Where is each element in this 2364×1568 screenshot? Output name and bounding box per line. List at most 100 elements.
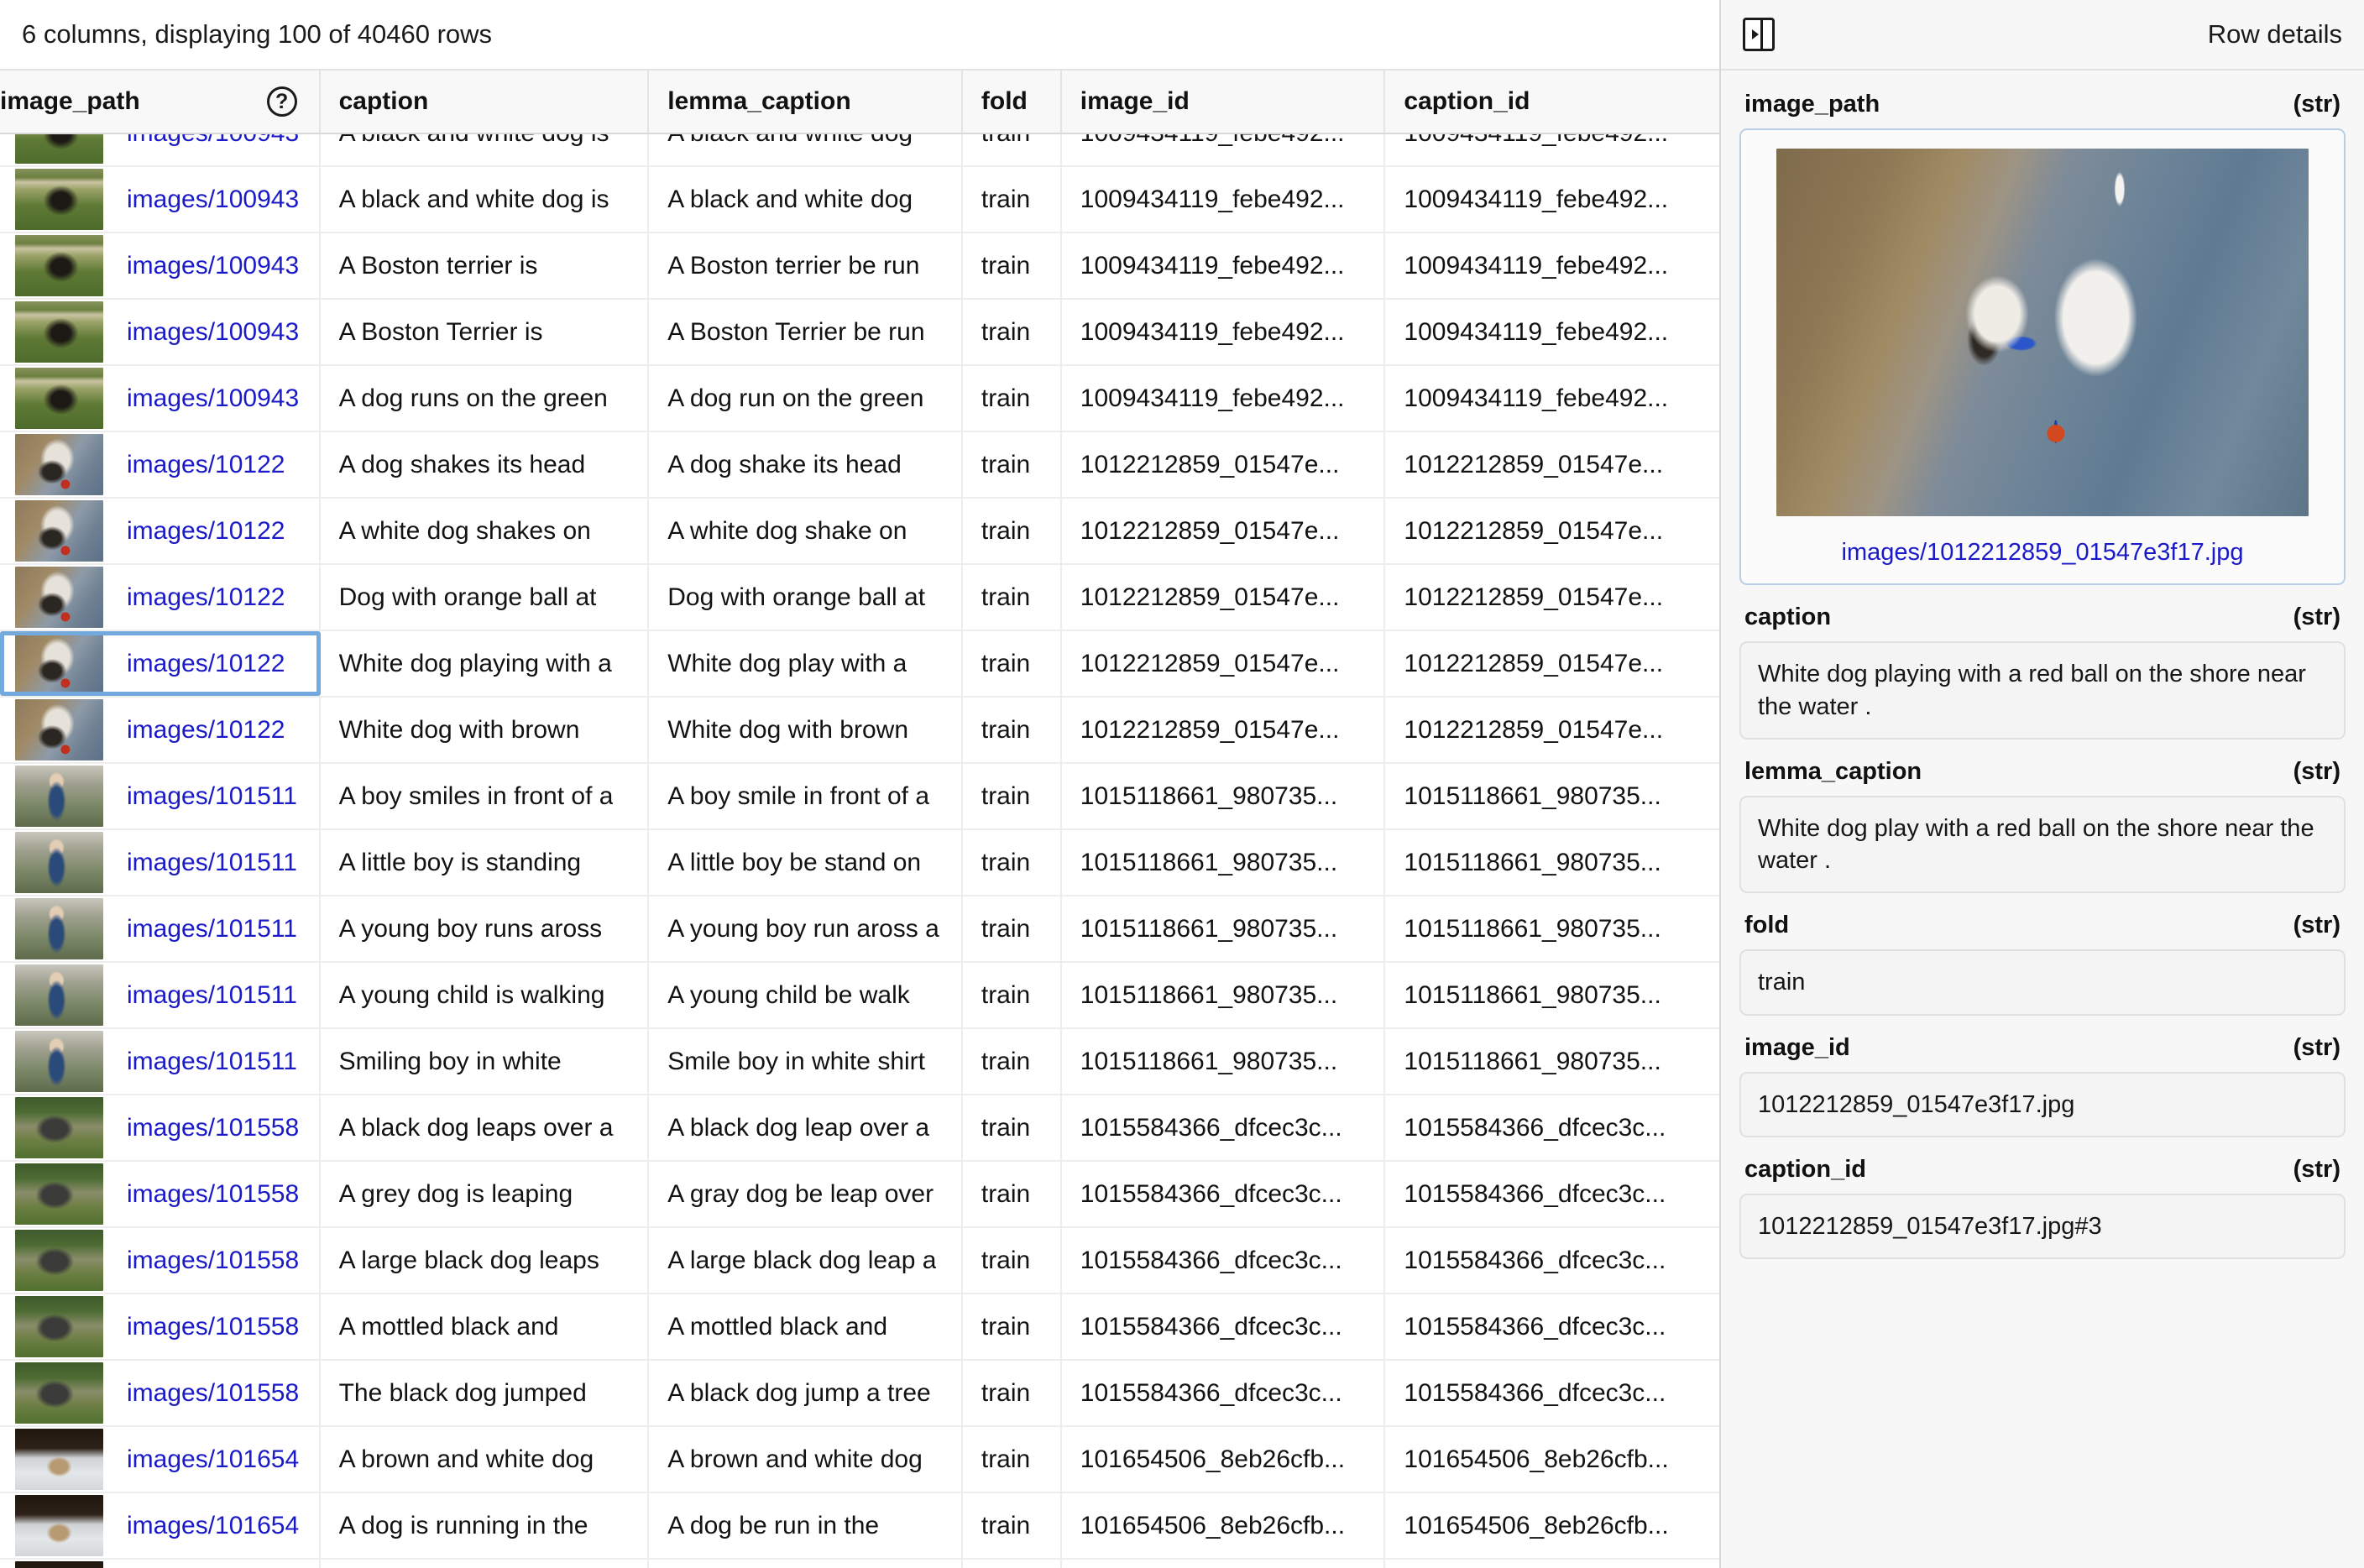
cell-caption[interactable]: A young boy runs aross	[320, 896, 650, 961]
cell-fold[interactable]: train	[962, 1029, 1062, 1094]
cell-image-path[interactable]: images/10122	[0, 631, 321, 696]
image-path-link[interactable]: images/100943	[127, 252, 299, 280]
cell-lemma-caption[interactable]: A young child be walk	[649, 963, 963, 1027]
cell-image-path[interactable]: images/101511	[0, 896, 321, 961]
table-row[interactable]: images/100943 A Boston Terrier is A Boston…	[0, 300, 1719, 366]
table-row[interactable]: images/101511 A boy smiles in front of a A…	[0, 764, 1719, 830]
cell-image-id[interactable]: 1015584366_dfcec3c...	[1061, 1228, 1386, 1293]
cell-caption-id[interactable]	[1385, 1560, 1719, 1568]
cell-image-id[interactable]: 1015118661_980735...	[1061, 1029, 1386, 1094]
cell-caption[interactable]: A white dog shakes on	[320, 499, 650, 563]
cell-lemma-caption[interactable]: A brown and white dog	[649, 1427, 963, 1492]
cell-lemma-caption[interactable]: A gray dog be leap over	[649, 1162, 963, 1226]
cell-caption[interactable]: A grey dog is leaping	[320, 1162, 650, 1226]
cell-lemma-caption[interactable]: A black dog jump a tree	[649, 1361, 963, 1425]
cell-lemma-caption[interactable]: A dog run on the green	[649, 366, 963, 431]
cell-image-path[interactable]: images/101511	[0, 963, 321, 1027]
cell-caption[interactable]: A dog is running in the	[320, 1493, 650, 1558]
cell-image-path[interactable]: images/101558	[0, 1228, 321, 1293]
cell-lemma-caption[interactable]: A little boy be stand on	[649, 830, 963, 895]
image-path-link[interactable]: images/101511	[127, 1048, 297, 1076]
cell-caption[interactable]: A Boston terrier is	[320, 233, 650, 298]
cell-fold[interactable]: train	[962, 631, 1062, 696]
cell-caption-id[interactable]: 1012212859_01547e...	[1385, 698, 1719, 762]
cell-image-id[interactable]: 1015584366_dfcec3c...	[1061, 1294, 1386, 1359]
cell-fold[interactable]: train	[962, 963, 1062, 1027]
cell-fold[interactable]: train	[962, 432, 1062, 497]
cell-fold[interactable]: train	[962, 896, 1062, 961]
cell-caption-id[interactable]: 1015118661_980735...	[1385, 1029, 1719, 1094]
cell-fold[interactable]: train	[962, 134, 1062, 165]
cell-fold[interactable]: train	[962, 698, 1062, 762]
cell-lemma-caption[interactable]: A dog shake its head	[649, 432, 963, 497]
help-icon[interactable]: ?	[266, 86, 297, 117]
table-row[interactable]: images/10122 White dog with brown White do…	[0, 698, 1719, 764]
table-row[interactable]: images/100943 A black and white dog is A b…	[0, 167, 1719, 233]
table-row[interactable]: images/101654 A dog is running in the A do…	[0, 1493, 1719, 1560]
cell-fold[interactable]: train	[962, 300, 1062, 364]
cell-image-id[interactable]: 101654506_8eb26cfb...	[1061, 1493, 1386, 1558]
column-header-image_id[interactable]: image_id	[1061, 71, 1386, 133]
cell-caption[interactable]: A little boy is standing	[320, 830, 650, 895]
table-row[interactable]: images/100943 A Boston terrier is A Boston…	[0, 233, 1719, 300]
cell-fold[interactable]: train	[962, 1427, 1062, 1492]
cell-image-id[interactable]: 1009434119_febe492...	[1061, 134, 1386, 165]
cell-caption[interactable]: A Boston Terrier is	[320, 300, 650, 364]
cell-lemma-caption[interactable]: A Boston Terrier be run	[649, 300, 963, 364]
table-row[interactable]: images/101558 A black dog leaps over a A b…	[0, 1095, 1719, 1162]
cell-caption[interactable]: A brown and white dog	[320, 1427, 650, 1492]
cell-image-path[interactable]: images/101558	[0, 1095, 321, 1160]
image-path-link[interactable]: images/101511	[127, 981, 297, 1010]
image-path-link[interactable]: images/10122	[127, 583, 285, 612]
image-path-link[interactable]: images/101511	[127, 849, 297, 877]
image-path-link[interactable]: images/100943	[127, 134, 299, 148]
image-path-link[interactable]: images/101558	[127, 1247, 299, 1275]
cell-caption[interactable]: A black dog leaps over a	[320, 1095, 650, 1160]
cell-image-path[interactable]: images/10122	[0, 432, 321, 497]
cell-caption-id[interactable]: 1009434119_febe492...	[1385, 233, 1719, 298]
cell-caption[interactable]	[320, 1560, 650, 1568]
table-row[interactable]: images/10122 Dog with orange ball at Dog w…	[0, 565, 1719, 631]
cell-caption[interactable]: A boy smiles in front of a	[320, 764, 650, 828]
cell-image-id[interactable]: 1015118661_980735...	[1061, 830, 1386, 895]
cell-image-id[interactable]: 1015584366_dfcec3c...	[1061, 1162, 1386, 1226]
image-path-link[interactable]: images/10122	[127, 716, 285, 745]
cell-caption-id[interactable]: 1012212859_01547e...	[1385, 499, 1719, 563]
table-row[interactable]: images/101511 A little boy is standing A l…	[0, 830, 1719, 896]
cell-caption[interactable]: A young child is walking	[320, 963, 650, 1027]
cell-image-id[interactable]: 1012212859_01547e...	[1061, 432, 1386, 497]
image-path-link[interactable]: images/101511	[127, 915, 297, 943]
cell-fold[interactable]: train	[962, 1294, 1062, 1359]
detail-field-value-box[interactable]: 1012212859_01547e3f17.jpg#3	[1739, 1193, 2346, 1260]
cell-caption-id[interactable]: 1009434119_febe492...	[1385, 366, 1719, 431]
table-row[interactable]: images/101558 The black dog jumped A black…	[0, 1361, 1719, 1427]
cell-image-path[interactable]: images/100943	[0, 366, 321, 431]
cell-image-id[interactable]: 1012212859_01547e...	[1061, 499, 1386, 563]
cell-caption[interactable]: The black dog jumped	[320, 1361, 650, 1425]
cell-caption-id[interactable]: 1012212859_01547e...	[1385, 432, 1719, 497]
cell-lemma-caption[interactable]: A Boston terrier be run	[649, 233, 963, 298]
cell-image-path[interactable]: images/10122	[0, 698, 321, 762]
cell-image-path[interactable]: images/10122	[0, 499, 321, 563]
table-row[interactable]: images/101511 A young boy runs aross A you…	[0, 896, 1719, 963]
table-row[interactable]: images/101558 A large black dog leaps A la…	[0, 1228, 1719, 1294]
cell-lemma-caption[interactable]: A black and white dog	[649, 134, 963, 165]
cell-fold[interactable]: train	[962, 499, 1062, 563]
cell-image-id[interactable]: 1012212859_01547e...	[1061, 698, 1386, 762]
cell-lemma-caption[interactable]: A large black dog leap a	[649, 1228, 963, 1293]
cell-caption-id[interactable]: 1015118661_980735...	[1385, 830, 1719, 895]
cell-fold[interactable]: train	[962, 1361, 1062, 1425]
table-row[interactable]: images/101558 A mottled black and A mottle…	[0, 1294, 1719, 1361]
cell-image-path[interactable]: images/101511	[0, 830, 321, 895]
cell-lemma-caption[interactable]: Smile boy in white shirt	[649, 1029, 963, 1094]
cell-fold[interactable]	[962, 1560, 1062, 1568]
table-row[interactable]: images/10122 A white dog shakes on A white…	[0, 499, 1719, 565]
cell-image-path[interactable]: images/10122	[0, 565, 321, 630]
cell-caption[interactable]: A mottled black and	[320, 1294, 650, 1359]
cell-image-path[interactable]: images/101558	[0, 1361, 321, 1425]
detail-field-value-box[interactable]: White dog playing with a red ball on the…	[1739, 641, 2346, 740]
cell-fold[interactable]: train	[962, 565, 1062, 630]
cell-caption-id[interactable]: 1015584366_dfcec3c...	[1385, 1228, 1719, 1293]
image-path-link[interactable]: images/101654	[127, 1512, 299, 1540]
cell-lemma-caption[interactable]: A boy smile in front of a	[649, 764, 963, 828]
